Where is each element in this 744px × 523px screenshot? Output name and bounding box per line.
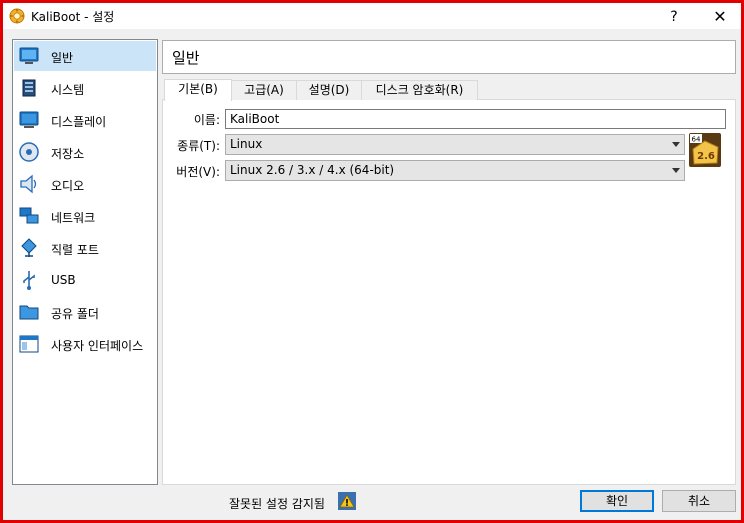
virtualbox-app-icon: [9, 8, 25, 24]
tab-advanced[interactable]: 고급(A): [231, 80, 297, 100]
sidebar-item-label: 오디오: [51, 179, 85, 193]
sidebar-item-usb[interactable]: USB: [14, 265, 156, 295]
page-title: 일반: [172, 49, 200, 67]
ok-button[interactable]: 확인: [580, 490, 654, 512]
sidebar-item-serial-port[interactable]: 직렬 포트: [14, 233, 156, 263]
warning-icon[interactable]: [338, 492, 356, 510]
help-button[interactable]: ?: [659, 5, 689, 29]
user-interface-icon: [19, 335, 39, 353]
general-icon: [19, 47, 39, 64]
sidebar-item-label: 저장소: [51, 147, 85, 161]
sidebar-item-label: 공유 폴더: [51, 307, 99, 321]
version-select[interactable]: Linux 2.6 / 3.x / 4.x (64-bit): [225, 160, 685, 181]
sidebar-item-label: 시스템: [51, 83, 85, 97]
sidebar-item-network[interactable]: 네트워크: [14, 201, 156, 231]
title-bar: KaliBoot - 설정 ? ✕: [3, 3, 741, 29]
sidebar-item-label: USB: [51, 273, 76, 287]
shared-folder-icon: [19, 305, 39, 320]
type-value: Linux: [230, 137, 263, 151]
sidebar-item-system[interactable]: 시스템: [14, 73, 156, 103]
sidebar-item-storage[interactable]: 저장소: [14, 137, 156, 167]
warning-text: 잘못된 설정 감지됨: [229, 497, 325, 511]
dialog-client-area: 일반 시스템 디스플레이 저장소 오디오 네트워크 직렬 포트 USB 공유 폴…: [3, 29, 741, 520]
sidebar-item-audio[interactable]: 오디오: [14, 169, 156, 199]
sidebar-item-label: 일반: [51, 51, 74, 65]
sidebar-item-display[interactable]: 디스플레이: [14, 105, 156, 135]
sidebar-item-general[interactable]: 일반: [14, 41, 156, 71]
sidebar-item-label: 네트워크: [51, 211, 96, 225]
chevron-down-icon: [672, 142, 680, 147]
sidebar-item-label: 사용자 인터페이스: [51, 339, 144, 353]
version-value: Linux 2.6 / 3.x / 4.x (64-bit): [230, 163, 395, 177]
sidebar-item-shared-folders[interactable]: 공유 폴더: [14, 297, 156, 327]
sidebar-item-label: 직렬 포트: [51, 243, 99, 257]
tab-disk-encryption[interactable]: 디스크 암호화(R): [361, 80, 478, 100]
name-field[interactable]: [225, 109, 726, 129]
os-badge-version: 2.6: [697, 151, 715, 162]
audio-icon: [20, 174, 37, 194]
storage-icon: [19, 142, 39, 162]
chevron-down-icon: [672, 168, 680, 173]
tab-panel-basic: [162, 99, 736, 485]
sidebar-item-user-interface[interactable]: 사용자 인터페이스: [14, 329, 156, 359]
sidebar-item-label: 디스플레이: [51, 115, 107, 129]
linux-os-icon: 64 2.6: [689, 133, 721, 167]
network-icon: [19, 207, 39, 224]
page-header: 일반: [162, 40, 736, 74]
display-icon: [19, 111, 39, 128]
version-label: 버전(V):: [176, 165, 220, 179]
serial-port-icon: [21, 238, 37, 257]
tab-basic[interactable]: 기본(B): [164, 79, 232, 101]
settings-sidebar: 일반 시스템 디스플레이 저장소 오디오 네트워크 직렬 포트 USB 공유 폴…: [12, 39, 158, 485]
type-label: 종류(T):: [177, 139, 220, 153]
close-button[interactable]: ✕: [705, 5, 735, 29]
cancel-button[interactable]: 취소: [662, 490, 736, 512]
usb-icon: [23, 271, 35, 290]
tab-description[interactable]: 설명(D): [296, 80, 362, 100]
os-badge-bits: 64: [692, 136, 701, 144]
window-title: KaliBoot - 설정: [31, 10, 115, 24]
system-icon: [22, 79, 36, 97]
name-label: 이름:: [193, 113, 220, 127]
type-select[interactable]: Linux: [225, 134, 685, 155]
